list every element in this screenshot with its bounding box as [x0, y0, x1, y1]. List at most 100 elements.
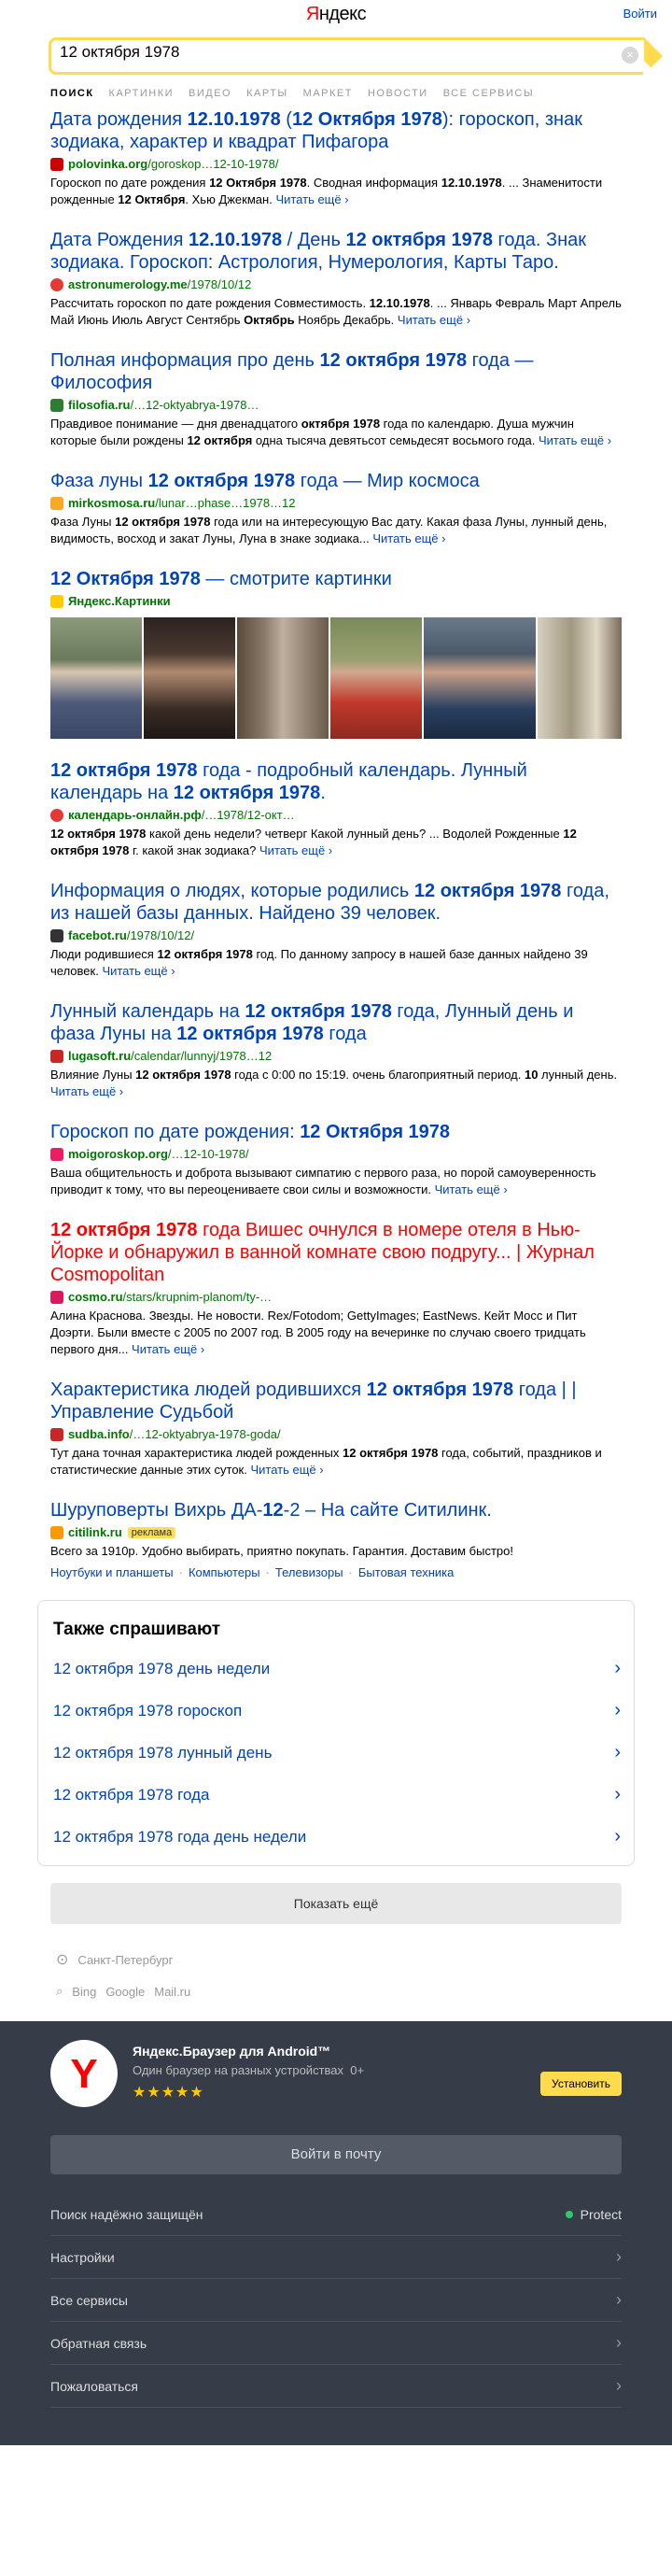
tab-market[interactable]: МАРКЕТ	[303, 88, 353, 99]
tab-all-services[interactable]: ВСЕ СЕРВИСЫ	[443, 88, 534, 99]
result-title[interactable]: Дата Рождения 12.10.1978 / День 12 октяб…	[50, 229, 622, 274]
geo-region[interactable]: ⊙ Санкт-Петербург	[56, 1950, 622, 1969]
login-mail-button[interactable]: Войти в почту	[50, 2135, 622, 2174]
rating-stars: ★★★★★	[133, 2085, 204, 2101]
result-title[interactable]: Дата рождения 12.10.1978 (12 Октября 197…	[50, 108, 622, 153]
result-title[interactable]: Полная информация про день 12 октября 19…	[50, 349, 622, 394]
highlight-text: 12	[262, 1500, 284, 1521]
result-snippet: Рассчитать гороскоп по дате рождения Сов…	[50, 295, 622, 329]
url-domain: astronumerology.me	[68, 277, 188, 291]
search-arrow[interactable]	[643, 37, 663, 90]
read-more-link[interactable]: Читать ещё ›	[372, 531, 445, 545]
search-result: Характеристика людей родившихся 12 октяб…	[50, 1379, 622, 1479]
result-url[interactable]: facebot.ru/1978/10/12/	[50, 928, 622, 942]
url-domain: mirkosmosa.ru	[68, 496, 156, 510]
read-more-link[interactable]: Читать ещё ›	[50, 1084, 123, 1098]
url-domain: polovinka.org	[68, 157, 148, 171]
footer-item-feedback[interactable]: Обратная связь ›	[50, 2322, 622, 2365]
result-title[interactable]: Фаза луны 12 октября 1978 года — Мир кос…	[50, 470, 622, 492]
footer-item-protect[interactable]: Поиск надёжно защищён Protect	[50, 2193, 622, 2236]
also-asked-label: 12 октября 1978 года день недели	[53, 1827, 307, 1846]
read-more-link[interactable]: Читать ещё ›	[132, 1342, 204, 1356]
ad-url[interactable]: citilink.ru реклама	[50, 1525, 622, 1539]
images-title[interactable]: 12 Октября 1978 — смотрите картинки	[50, 569, 392, 589]
also-asked-item[interactable]: 12 октября 1978 день недели ›	[53, 1648, 621, 1690]
footer-item-label: Пожаловаться	[50, 2378, 139, 2394]
install-button[interactable]: Установить	[540, 2072, 622, 2096]
tab-search[interactable]: ПОИСК	[50, 88, 94, 99]
promo-age: 0+	[350, 2063, 365, 2077]
clear-icon[interactable]: ×	[622, 47, 638, 64]
engine-link-google[interactable]: Google	[105, 1985, 145, 1999]
tab-maps[interactable]: КАРТЫ	[246, 88, 288, 99]
result-url[interactable]: polovinka.org/goroskop…12-10-1978/	[50, 157, 622, 171]
sitelink[interactable]: Ноутбуки и планшеты	[50, 1565, 174, 1579]
result-title[interactable]: Гороскоп по дате рождения: 12 Октября 19…	[50, 1121, 622, 1143]
chevron-right-icon: ›	[616, 2290, 622, 2309]
ad-title[interactable]: Шуруповерты Вихрь ДА-12-2 – На сайте Сит…	[50, 1499, 622, 1522]
also-asked-item[interactable]: 12 октября 1978 лунный день ›	[53, 1732, 621, 1774]
read-more-link[interactable]: Читать ещё ›	[102, 964, 175, 978]
result-title[interactable]: Лунный календарь на 12 октября 1978 года…	[50, 1000, 622, 1045]
highlight-text: 12 октября 1978	[176, 1024, 324, 1044]
promo-title: Яндекс.Браузер для Android™	[133, 2044, 331, 2059]
result-url[interactable]: astronumerology.me/1978/10/12	[50, 277, 622, 291]
favicon-icon	[50, 1290, 63, 1304]
result-url[interactable]: moigoroskop.org/…12-10-1978/	[50, 1147, 622, 1161]
result-title[interactable]: 12 октября 1978 года - подробный календа…	[50, 759, 622, 804]
image-thumbnail[interactable]	[50, 617, 142, 739]
result-url[interactable]: mirkosmosa.ru/lunar…phase…1978…12	[50, 496, 622, 510]
read-more-link[interactable]: Читать ещё ›	[398, 313, 470, 327]
result-url[interactable]: filosofia.ru/…12-oktyabrya-1978…	[50, 398, 622, 412]
result-title[interactable]: Информация о людях, которые родились 12 …	[50, 880, 622, 925]
text-fragment: Информация о людях, которые родились	[50, 881, 414, 901]
image-thumbnail[interactable]	[424, 617, 536, 739]
images-title-bold: 12 Октября 1978	[50, 569, 201, 589]
tab-images[interactable]: КАРТИНКИ	[109, 88, 174, 99]
images-source[interactable]: Яндекс.Картинки	[50, 594, 622, 608]
also-asked-item[interactable]: 12 октября 1978 гороскоп ›	[53, 1690, 621, 1732]
chevron-right-icon: ›	[616, 2247, 622, 2266]
footer-item-all-services[interactable]: Все сервисы ›	[50, 2279, 622, 2322]
chevron-right-icon: ›	[616, 2376, 622, 2395]
also-asked-item[interactable]: 12 октября 1978 года день недели ›	[53, 1816, 621, 1858]
result-url[interactable]: lugasoft.ru/calendar/lunnyj/1978…12	[50, 1049, 622, 1063]
sitelink[interactable]: Бытовая техника	[358, 1565, 454, 1579]
footer-item-complain[interactable]: Пожаловаться ›	[50, 2365, 622, 2408]
sitelink[interactable]: Компьютеры	[189, 1565, 260, 1579]
images-block: 12 Октября 1978 — смотрите картинки Янде…	[50, 568, 622, 739]
read-more-link[interactable]: Читать ещё ›	[275, 192, 348, 206]
show-more-button[interactable]: Показать ещё	[50, 1883, 622, 1924]
read-more-link[interactable]: Читать ещё ›	[259, 843, 332, 857]
also-asked-item[interactable]: 12 октября 1978 года ›	[53, 1774, 621, 1816]
search-results: Дата рождения 12.10.1978 (12 Октября 197…	[0, 108, 672, 1579]
text-fragment: Фаза луны	[50, 471, 148, 491]
result-url[interactable]: sudba.info/…12-oktyabrya-1978-goda/	[50, 1427, 622, 1441]
result-snippet: 12 октября 1978 какой день недели? четве…	[50, 826, 622, 859]
image-thumbnail[interactable]	[237, 617, 329, 739]
read-more-link[interactable]: Читать ещё ›	[435, 1182, 508, 1196]
image-thumbnail[interactable]	[144, 617, 235, 739]
image-thumbnail[interactable]	[538, 617, 622, 739]
tab-news[interactable]: НОВОСТИ	[368, 88, 428, 99]
highlight-text: 10	[524, 1068, 539, 1082]
result-title[interactable]: Характеристика людей родившихся 12 октяб…	[50, 1379, 622, 1423]
footer-item-settings[interactable]: Настройки ›	[50, 2236, 622, 2279]
engine-link-bing[interactable]: Bing	[72, 1985, 96, 1999]
sitelink[interactable]: Телевизоры	[275, 1565, 343, 1579]
favicon-icon	[50, 928, 63, 942]
result-url[interactable]: календарь-онлайн.рф/…1978/12-окт…	[50, 808, 622, 822]
login-link[interactable]: Войти	[623, 7, 657, 21]
tab-video[interactable]: ВИДЕО	[189, 88, 231, 99]
ad-badge: реклама	[127, 1526, 176, 1538]
read-more-link[interactable]: Читать ещё ›	[250, 1463, 323, 1477]
yandex-logo[interactable]: Яндекс	[0, 4, 672, 25]
favicon-icon	[50, 157, 63, 171]
engine-link-mailru[interactable]: Mail.ru	[154, 1985, 190, 1999]
read-more-link[interactable]: Читать ещё ›	[539, 433, 611, 447]
result-url[interactable]: cosmo.ru/stars/krupnim-planom/ty-…	[50, 1290, 622, 1304]
promo-sub-text: Один браузер на разных устройствах	[133, 2063, 344, 2077]
image-thumbnail[interactable]	[330, 617, 422, 739]
search-input[interactable]	[60, 43, 582, 62]
result-title[interactable]: 12 октября 1978 года Вишес очнулся в ном…	[50, 1219, 622, 1286]
